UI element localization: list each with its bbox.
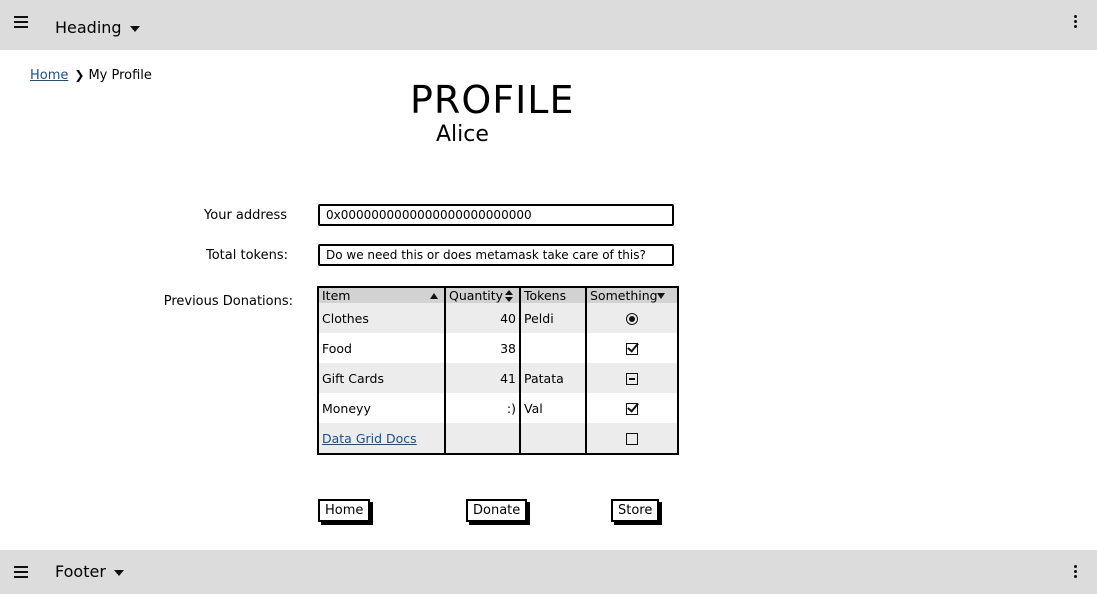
breadcrumb-current: My Profile [88,68,152,83]
table-row[interactable]: Clothes 40 Peldi [319,303,677,333]
column-header-item[interactable]: Item [319,288,446,303]
column-header-quantity[interactable]: Quantity [445,288,521,303]
profile-name: Alice [436,122,489,147]
checkbox-indeterminate-icon[interactable] [626,373,638,385]
cell-quantity: 40 [445,303,521,333]
heading-dropdown[interactable]: Heading [55,18,140,37]
hamburger-menu-icon[interactable] [14,16,28,28]
checkbox-unchecked-icon[interactable] [626,433,638,445]
top-bar: Heading [0,0,1097,50]
table-row[interactable]: Gift Cards 41 Patata [319,363,677,393]
cell-tokens [520,423,587,453]
radio-selected-icon[interactable] [626,313,638,325]
cell-tokens: Peldi [520,303,587,333]
column-header-tokens[interactable]: Tokens [520,288,587,303]
cell-tokens: Val [520,393,587,423]
more-vertical-icon[interactable] [1074,565,1077,578]
heading-label: Heading [55,18,122,37]
footer-label: Footer [55,562,106,581]
sort-ascending-icon [430,293,438,299]
previous-donations-label: Previous Donations: [163,294,293,309]
cell-item: Food [319,333,446,363]
cell-tokens [520,333,587,363]
cell-quantity: 41 [445,363,521,393]
table-row[interactable]: Food 38 [319,333,677,363]
total-tokens-label: Total tokens: [206,248,288,263]
chevron-down-icon [657,293,665,299]
footer-dropdown[interactable]: Footer [55,562,124,581]
breadcrumb-home-link[interactable]: Home [30,68,68,83]
address-label: Your address [204,208,287,223]
sort-icon [505,290,513,302]
data-grid-docs-link[interactable]: Data Grid Docs [322,431,417,446]
hamburger-menu-icon[interactable] [14,566,28,578]
breadcrumb: Home ❯ My Profile [30,68,152,83]
address-input[interactable] [318,204,674,226]
cell-tokens: Patata [520,363,587,393]
checkbox-checked-icon[interactable] [626,343,638,355]
more-vertical-icon[interactable] [1074,15,1077,28]
total-tokens-input[interactable] [318,244,674,266]
cell-quantity: :) [445,393,521,423]
store-button[interactable]: Store [611,499,660,522]
footer-bar: Footer [0,550,1097,594]
checkbox-checked-icon[interactable] [626,403,638,415]
cell-quantity: 38 [445,333,521,363]
cell-item: Clothes [319,303,446,333]
page-title: PROFILE [410,78,575,122]
table-row[interactable]: Moneyy :) Val [319,393,677,423]
chevron-down-icon [113,569,124,576]
home-button[interactable]: Home [318,499,371,522]
table-row[interactable]: Data Grid Docs [319,423,677,453]
chevron-down-icon [129,25,140,32]
donate-button[interactable]: Donate [466,499,528,522]
chevron-right-icon: ❯ [74,68,85,82]
cell-item: Moneyy [319,393,446,423]
donations-grid: Item Quantity Tokens Something Clothes 4… [317,286,679,455]
cell-item: Gift Cards [319,363,446,393]
cell-quantity [445,423,521,453]
column-header-something[interactable]: Something [586,288,677,303]
